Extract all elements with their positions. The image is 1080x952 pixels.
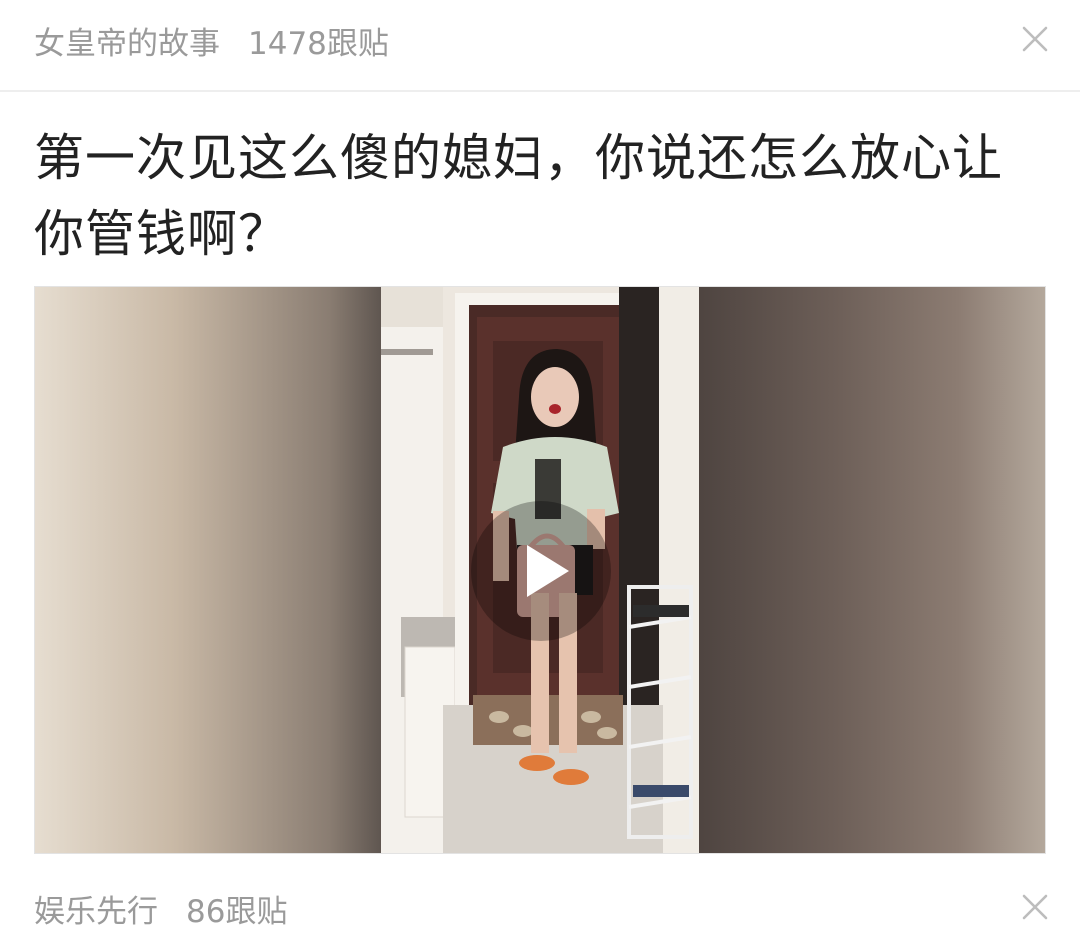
top-card-header: 女皇帝的故事 1478跟贴 <box>0 0 1080 92</box>
article-title[interactable]: 第一次见这么傻的媳妇，你说还怎么放心让 你管钱啊？ <box>34 120 1046 272</box>
bottom-card-meta: 娱乐先行 86跟贴 <box>34 886 287 931</box>
article-title-line-1: 第一次见这么傻的媳妇，你说还怎么放心让 <box>34 129 1003 187</box>
play-button[interactable] <box>471 501 611 641</box>
play-icon <box>527 545 569 597</box>
video-blur-right <box>697 287 1045 853</box>
reply-count[interactable]: 1478跟贴 <box>248 18 389 63</box>
article-title-line-2: 你管钱啊？ <box>34 205 289 263</box>
feed-page: 女皇帝的故事 1478跟贴 第一次见这么傻的媳妇，你说还怎么放心让 你管钱啊？ <box>0 0 1080 952</box>
bottom-card-header: 娱乐先行 86跟贴 <box>0 866 1080 952</box>
source-name[interactable]: 女皇帝的故事 <box>34 18 220 63</box>
video-thumbnail[interactable] <box>34 286 1046 854</box>
close-icon[interactable] <box>1020 892 1050 922</box>
close-icon[interactable] <box>1020 24 1050 54</box>
video-blur-left <box>35 287 381 853</box>
top-card-meta: 女皇帝的故事 1478跟贴 <box>34 18 389 63</box>
source-name[interactable]: 娱乐先行 <box>34 886 158 931</box>
reply-count[interactable]: 86跟贴 <box>186 886 287 931</box>
